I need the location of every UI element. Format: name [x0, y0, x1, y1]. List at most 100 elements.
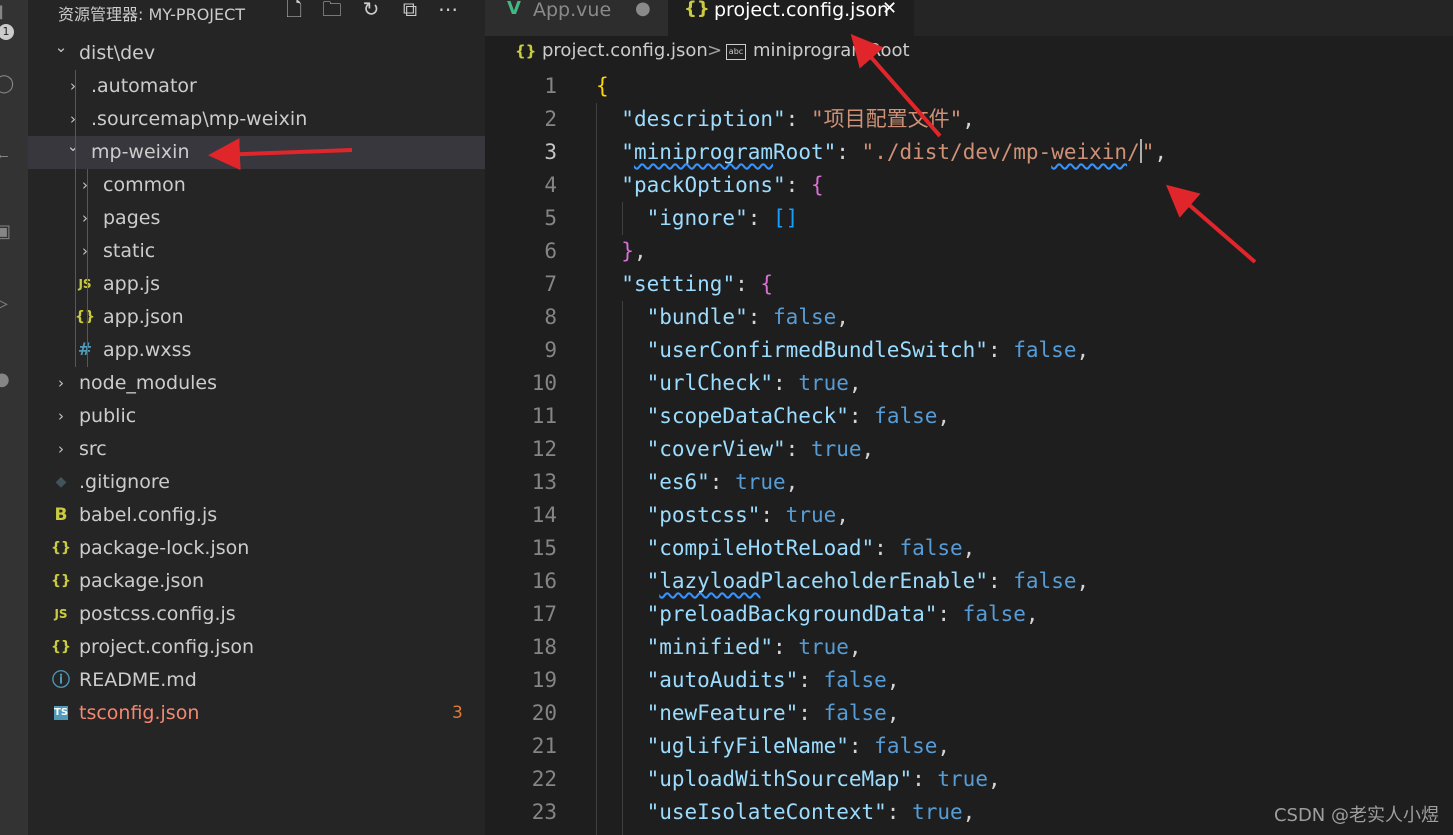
- code-line[interactable]: 6 },: [485, 235, 1453, 268]
- tab-bar: V App.vue ● {} project.config.json ✕: [485, 0, 1453, 36]
- code-line[interactable]: 19 "autoAudits": false,: [485, 664, 1453, 697]
- code-text: "urlCheck": true,: [646, 371, 862, 395]
- js-file-icon: JS: [54, 607, 68, 621]
- tree-file[interactable]: {} package-lock.json: [28, 532, 485, 565]
- code-line[interactable]: 2 "description": "项目配置文件",: [485, 103, 1453, 136]
- new-file-icon[interactable]: 🗋: [282, 0, 306, 21]
- json-icon: {}: [684, 0, 710, 19]
- tree-file[interactable]: JS app.js: [28, 268, 485, 301]
- tab-app-vue[interactable]: V App.vue ●: [485, 0, 668, 36]
- code-line[interactable]: 17 "preloadBackgroundData": false,: [485, 598, 1453, 631]
- code-text: "packOptions": {: [621, 173, 824, 197]
- chevron-right-icon[interactable]: ›: [54, 400, 68, 433]
- line-number: 9: [544, 338, 557, 362]
- code-line[interactable]: 22 "uploadWithSourceMap": true,: [485, 763, 1453, 796]
- code-line[interactable]: 16 "lazyloadPlaceholderEnable": false,: [485, 565, 1453, 598]
- code-line[interactable]: 20 "newFeature": false,: [485, 697, 1453, 730]
- tree-file[interactable]: JS postcss.config.js: [28, 598, 485, 631]
- code-line[interactable]: 7 "setting": {: [485, 268, 1453, 301]
- code-line[interactable]: 15 "compileHotReLoad": false,: [485, 532, 1453, 565]
- tree-folder[interactable]: › .sourcemap\mp-weixin: [28, 103, 485, 136]
- code-line[interactable]: 18 "minified": true,: [485, 631, 1453, 664]
- code-text: "autoAudits": false,: [646, 668, 900, 692]
- chevron-down-icon[interactable]: ⌄: [54, 31, 68, 64]
- code-line[interactable]: 3 "miniprogramRoot": "./dist/dev/mp-weix…: [485, 136, 1453, 169]
- tree-file[interactable]: Bbabel.config.js: [28, 499, 485, 532]
- chevron-right-icon[interactable]: ›: [78, 202, 92, 235]
- tree-folder[interactable]: › src: [28, 433, 485, 466]
- tree-file[interactable]: TS tsconfig.json 3: [28, 697, 485, 730]
- tree-folder[interactable]: › public: [28, 400, 485, 433]
- tree-folder[interactable]: › static: [28, 235, 485, 268]
- tree-file[interactable]: {} app.json: [28, 301, 485, 334]
- account-icon[interactable]: ●: [0, 370, 14, 390]
- tree-folder[interactable]: › pages: [28, 202, 485, 235]
- code-line[interactable]: 21 "uglifyFileName": false,: [485, 730, 1453, 763]
- chevron-right-icon[interactable]: ›: [66, 70, 80, 103]
- line-number: 5: [544, 206, 557, 230]
- tree-folder[interactable]: › node_modules: [28, 367, 485, 400]
- refresh-icon[interactable]: ↻: [359, 0, 383, 21]
- code-line[interactable]: 8 "bundle": false,: [485, 301, 1453, 334]
- run-icon[interactable]: ▷: [0, 294, 14, 314]
- code-text: "postcss": true,: [646, 503, 849, 527]
- vue-icon: V: [507, 0, 521, 19]
- breadcrumb-file[interactable]: project.config.json: [542, 40, 708, 61]
- explorer-sidebar: 资源管理器: MY-PROJECT 🗋 🗀 ↻ ⧉ ⋯ ⌄ dist\dev › .a…: [28, 0, 485, 835]
- line-number: 21: [531, 734, 557, 758]
- code-line[interactable]: 12 "coverView": true,: [485, 433, 1453, 466]
- ts-file-icon: TS: [54, 706, 69, 720]
- code-line[interactable]: 5 "ignore": []: [485, 202, 1453, 235]
- code-line[interactable]: 10 "urlCheck": true,: [485, 367, 1453, 400]
- tree-item-label: node_modules: [79, 372, 218, 394]
- json-file-icon: {}: [51, 540, 71, 556]
- chevron-right-icon[interactable]: ›: [54, 433, 68, 466]
- tree-item-label: app.json: [103, 306, 184, 328]
- line-number: 19: [531, 668, 557, 692]
- code-line[interactable]: 14 "postcss": true,: [485, 499, 1453, 532]
- tab-label: project.config.json: [714, 0, 890, 21]
- collapse-all-icon[interactable]: ⧉: [398, 0, 422, 21]
- tree-folder[interactable]: ⌄ mp-weixin: [28, 136, 485, 169]
- tree-file[interactable]: # app.wxss: [28, 334, 485, 367]
- chevron-down-icon[interactable]: ⌄: [66, 130, 80, 163]
- json-file-icon: {}: [51, 573, 71, 589]
- tree-folder[interactable]: › .automator: [28, 70, 485, 103]
- code-editor[interactable]: 1{2 "description": "项目配置文件", 3 "miniprogr…: [485, 70, 1453, 835]
- search-icon[interactable]: ◯: [0, 74, 14, 94]
- line-number: 17: [531, 602, 557, 626]
- code-text: },: [621, 239, 647, 263]
- tree-file[interactable]: ◆ .gitignore: [28, 466, 485, 499]
- tree-file[interactable]: {} project.config.json: [28, 631, 485, 664]
- new-folder-icon[interactable]: 🗀: [320, 0, 344, 21]
- extensions-icon[interactable]: ▣: [0, 222, 14, 242]
- code-line[interactable]: 1{: [485, 70, 1453, 103]
- breadcrumb-separator: >: [707, 40, 723, 61]
- close-icon[interactable]: ✕: [882, 0, 897, 20]
- chevron-right-icon[interactable]: ›: [78, 235, 92, 268]
- line-number: 7: [544, 272, 557, 296]
- more-icon[interactable]: ⋯: [436, 0, 460, 21]
- code-line[interactable]: 4 "packOptions": {: [485, 169, 1453, 202]
- code-text: "compileHotReLoad": false,: [646, 536, 976, 560]
- line-number: 1: [544, 74, 557, 98]
- tree-folder[interactable]: › common: [28, 169, 485, 202]
- tree-item-label: .gitignore: [79, 471, 170, 493]
- code-text: "lazyloadPlaceholderEnable": false,: [646, 569, 1090, 593]
- tree-indent-guide: [87, 169, 88, 367]
- code-line[interactable]: 13 "es6": true,: [485, 466, 1453, 499]
- breadcrumb-symbol[interactable]: miniprogramRoot: [753, 40, 910, 61]
- code-text: {: [596, 74, 609, 98]
- code-line[interactable]: 11 "scopeDataCheck": false,: [485, 400, 1453, 433]
- code-line[interactable]: 9 "userConfirmedBundleSwitch": false,: [485, 334, 1453, 367]
- tree-file[interactable]: {} package.json: [28, 565, 485, 598]
- modified-dot-icon[interactable]: ●: [635, 0, 651, 20]
- activity-bar: ▮ 1 ◯ ⟜ ▣ ▷ ●: [0, 0, 28, 835]
- tab-project-config-json[interactable]: {} project.config.json ✕: [668, 0, 914, 36]
- tree-file[interactable]: ⓘ README.md: [28, 664, 485, 697]
- explorer-icon[interactable]: ▮: [0, 2, 14, 22]
- tree-folder[interactable]: ⌄ dist\dev: [28, 37, 485, 70]
- source-control-icon[interactable]: ⟜: [0, 146, 14, 166]
- chevron-right-icon[interactable]: ›: [78, 169, 92, 202]
- chevron-right-icon[interactable]: ›: [54, 367, 68, 400]
